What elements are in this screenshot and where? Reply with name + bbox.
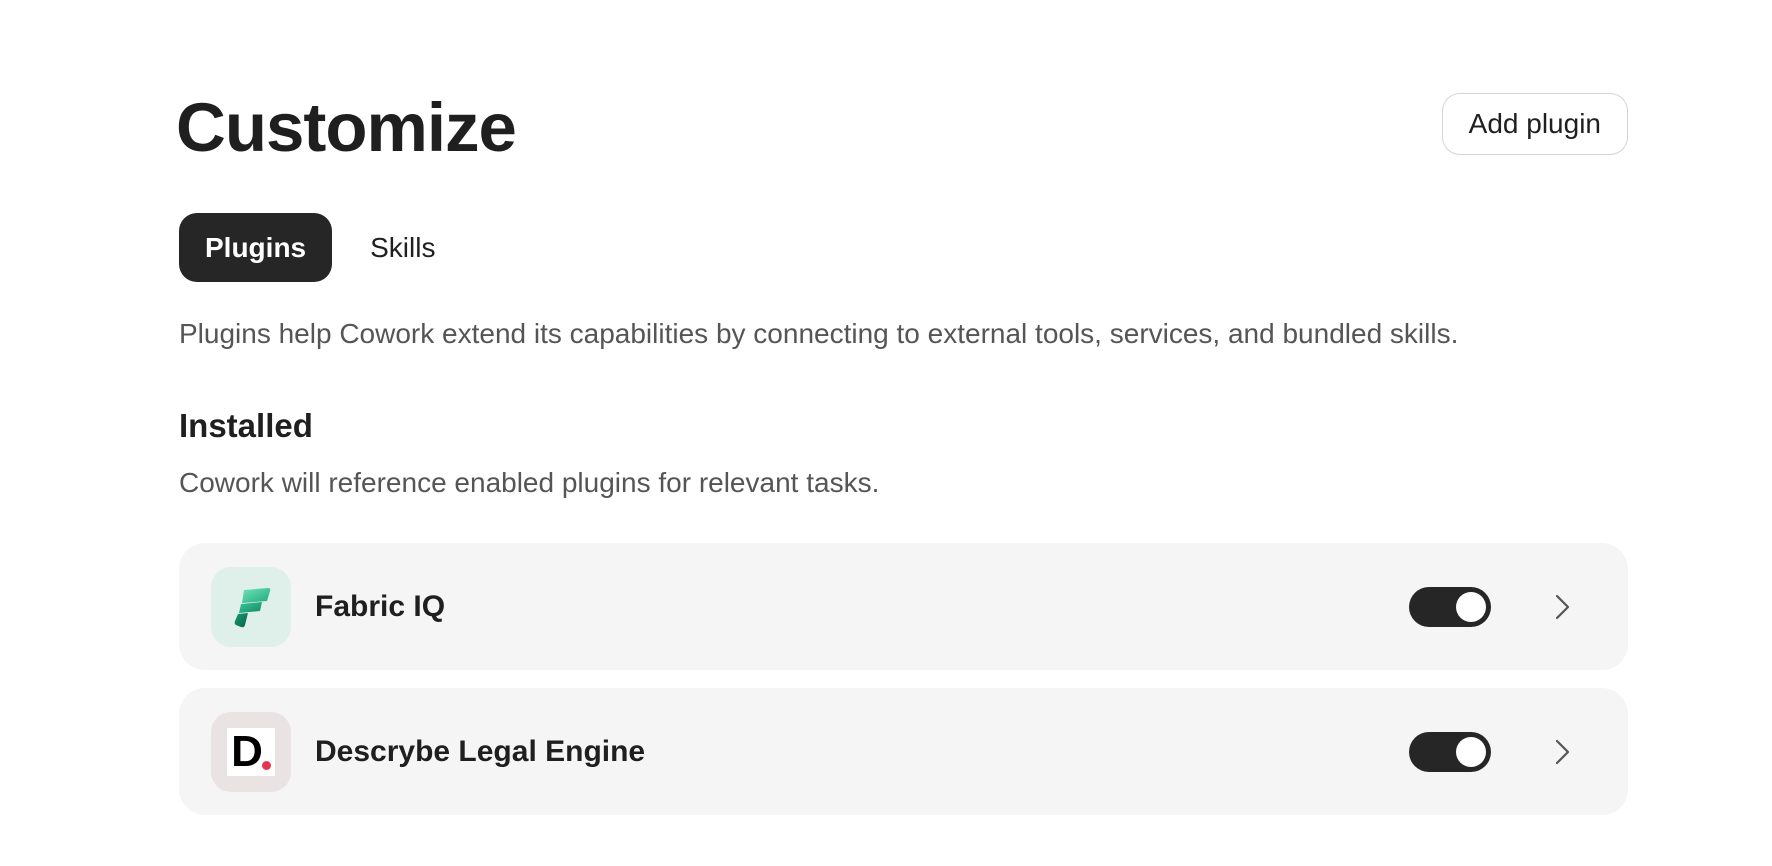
page-header: Customize Add plugin [176, 85, 1628, 166]
fabric-iq-logo-icon [234, 588, 271, 628]
descrybe-logo-dot [262, 761, 271, 770]
installed-plugin-list: Fabric IQ D Descrybe Legal Engine [179, 543, 1628, 833]
chevron-right-icon[interactable] [1547, 737, 1577, 767]
plugin-name: Descrybe Legal Engine [315, 735, 646, 768]
plugin-enabled-toggle[interactable] [1409, 587, 1491, 627]
toggle-knob [1456, 592, 1486, 622]
descrybe-logo-letter: D [231, 727, 263, 776]
plugin-name: Fabric IQ [315, 590, 446, 623]
customize-page: Customize Add plugin Plugins Skills Plug… [176, 0, 1628, 866]
toggle-knob [1456, 737, 1486, 767]
fabric-iq-icon [211, 567, 291, 647]
descrybe-icon: D [211, 712, 291, 792]
page-title: Customize [176, 89, 517, 166]
installed-subtitle: Cowork will reference enabled plugins fo… [179, 467, 880, 498]
installed-heading: Installed [179, 407, 313, 444]
tab-bar: Plugins Skills [179, 213, 461, 282]
plugin-card-fabric-iq[interactable]: Fabric IQ [179, 543, 1628, 670]
descrybe-logo-icon: D [227, 728, 275, 776]
tab-skills[interactable]: Skills [344, 213, 461, 282]
add-plugin-button[interactable]: Add plugin [1441, 93, 1628, 155]
plugins-description: Plugins help Cowork extend its capabilit… [179, 318, 1459, 349]
chevron-right-icon[interactable] [1547, 592, 1577, 622]
plugin-card-descrybe-legal-engine[interactable]: D Descrybe Legal Engine [179, 688, 1628, 815]
plugin-enabled-toggle[interactable] [1409, 732, 1491, 772]
tab-plugins[interactable]: Plugins [179, 213, 333, 282]
